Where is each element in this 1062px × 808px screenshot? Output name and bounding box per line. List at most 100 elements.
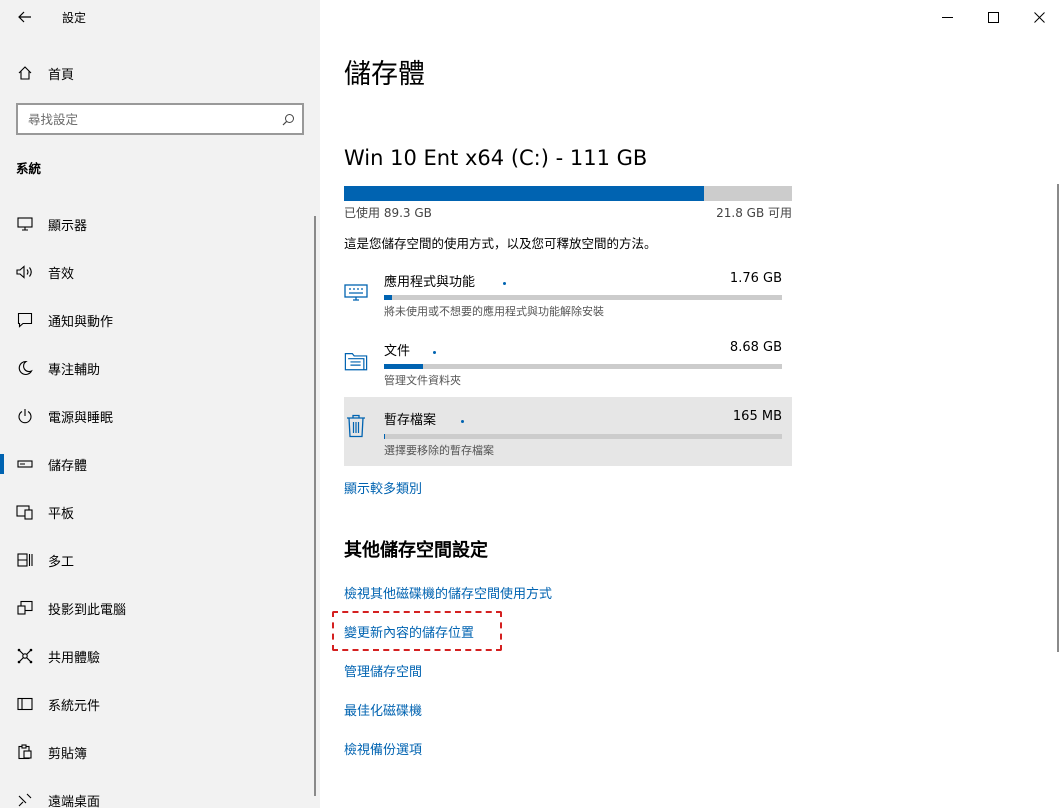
- free-space-label: 21.8 GB 可用: [716, 206, 792, 220]
- category-subtitle: 管理文件資料夾: [384, 374, 461, 387]
- storage-icon: [0, 459, 48, 469]
- page-title: 儲存體: [344, 59, 425, 90]
- other-storage-settings-heading: 其他儲存空間設定: [344, 540, 488, 561]
- sidebar-item-label: 儲存體: [48, 458, 88, 474]
- manage-storage-spaces-link[interactable]: 管理儲存空間: [344, 661, 422, 680]
- category-usage-fill: [384, 295, 392, 300]
- moon-icon: [0, 360, 48, 376]
- documents-folder-icon: [344, 349, 368, 373]
- sidebar-item-projecting[interactable]: 投影到此電腦: [0, 584, 320, 632]
- minimize-button[interactable]: [924, 0, 970, 34]
- sidebar-item-focus-assist[interactable]: 專注輔助: [0, 344, 320, 392]
- change-save-location-link[interactable]: 變更新內容的儲存位置: [344, 622, 474, 641]
- maximize-icon: [987, 11, 999, 23]
- loading-dot: [503, 282, 506, 285]
- category-name: 應用程式與功能: [384, 275, 476, 290]
- view-other-drives-link[interactable]: 檢視其他磁碟機的儲存空間使用方式: [344, 583, 552, 602]
- nav-home[interactable]: 首頁: [0, 56, 320, 90]
- nav-home-label: 首頁: [48, 67, 75, 83]
- loading-dot: [461, 420, 464, 423]
- sidebar-item-system-components[interactable]: 系統元件: [0, 680, 320, 728]
- nav-list: 顯示器 音效 通知與動作 專注輔助 電源與睡眠 儲存體 平板 多工 投影到此電腦…: [0, 200, 320, 808]
- sidebar-item-label: 電源與睡眠: [48, 410, 114, 426]
- category-size: 165 MB: [732, 409, 782, 424]
- category-usage-fill: [384, 434, 386, 439]
- storage-description: 這是您儲存空間的使用方式，以及您可釋放空間的方法。: [344, 236, 657, 251]
- category-temporary-files[interactable]: 暫存檔案 165 MB 選擇要移除的暫存檔案: [344, 397, 792, 466]
- category-usage-bar: [384, 434, 782, 439]
- main-scrollbar[interactable]: [1057, 184, 1059, 652]
- search-input[interactable]: [18, 105, 274, 133]
- sidebar-item-power[interactable]: 電源與睡眠: [0, 392, 320, 440]
- sidebar-item-label: 遠端桌面: [48, 794, 101, 808]
- sidebar-item-label: 專注輔助: [48, 362, 101, 378]
- sidebar-item-clipboard[interactable]: 剪貼簿: [0, 728, 320, 776]
- category-subtitle: 選擇要移除的暫存檔案: [384, 444, 494, 457]
- monitor-icon: [0, 217, 48, 231]
- sidebar-item-remote-desktop[interactable]: 遠端桌面: [0, 776, 320, 808]
- sidebar-item-sound[interactable]: 音效: [0, 248, 320, 296]
- remote-desktop-icon: [0, 792, 48, 808]
- shared-experiences-icon: [0, 648, 48, 664]
- title-bar: 設定: [0, 0, 320, 34]
- loading-dot: [433, 351, 436, 354]
- optimize-drives-link[interactable]: 最佳化磁碟機: [344, 700, 422, 719]
- home-icon: [0, 65, 48, 81]
- minimize-icon: [941, 16, 953, 18]
- trash-icon: [344, 414, 368, 438]
- window-controls: [924, 0, 1062, 34]
- search-box[interactable]: [16, 103, 304, 135]
- sidebar-item-storage[interactable]: 儲存體: [0, 440, 320, 488]
- category-size: 1.76 GB: [729, 271, 782, 286]
- category-usage-fill: [384, 364, 423, 369]
- sidebar-item-label: 顯示器: [48, 218, 88, 234]
- tablet-icon: [0, 504, 48, 520]
- sidebar-scrollbar[interactable]: [314, 216, 316, 796]
- main-content: 儲存體 Win 10 Ent x64 (C:) - 111 GB 已使用 89.…: [320, 0, 1062, 808]
- category-subtitle: 將未使用或不想要的應用程式與功能解除安裝: [384, 305, 604, 318]
- used-space-label: 已使用 89.3 GB: [344, 206, 432, 220]
- close-icon: [1033, 11, 1045, 23]
- category-name: 文件: [384, 344, 411, 359]
- clipboard-icon: [0, 744, 48, 760]
- apps-keyboard-icon: [344, 280, 368, 304]
- active-indicator: [0, 454, 4, 474]
- drive-usage-fill: [344, 186, 705, 201]
- sidebar-item-label: 共用體驗: [48, 650, 101, 666]
- sidebar-item-shared-experiences[interactable]: 共用體驗: [0, 632, 320, 680]
- search-icon[interactable]: [274, 113, 302, 126]
- section-label: 系統: [16, 161, 42, 176]
- category-apps[interactable]: 應用程式與功能 1.76 GB 將未使用或不想要的應用程式與功能解除安裝: [344, 268, 792, 336]
- sidebar: 設定 首頁 系統 顯示器 音效 通知與動作: [0, 0, 320, 808]
- power-icon: [0, 408, 48, 424]
- multitasking-icon: [0, 552, 48, 568]
- sidebar-item-label: 多工: [48, 554, 75, 570]
- notification-icon: [0, 312, 48, 328]
- sidebar-item-notifications[interactable]: 通知與動作: [0, 296, 320, 344]
- system-components-icon: [0, 697, 48, 711]
- category-usage-bar: [384, 364, 782, 369]
- sidebar-item-label: 平板: [48, 506, 75, 522]
- back-button[interactable]: [12, 4, 38, 30]
- show-more-categories-link[interactable]: 顯示較多類別: [344, 478, 422, 497]
- sidebar-item-label: 剪貼簿: [48, 746, 88, 762]
- sidebar-item-multitasking[interactable]: 多工: [0, 536, 320, 584]
- close-button[interactable]: [1016, 0, 1062, 34]
- maximize-button[interactable]: [970, 0, 1016, 34]
- view-backup-options-link[interactable]: 檢視備份選項: [344, 739, 422, 758]
- category-documents[interactable]: 文件 8.68 GB 管理文件資料夾: [344, 337, 792, 405]
- projecting-icon: [0, 600, 48, 616]
- sidebar-item-label: 音效: [48, 266, 75, 282]
- category-usage-bar: [384, 295, 782, 300]
- drive-usage-bar[interactable]: [344, 186, 792, 201]
- app-title: 設定: [62, 11, 87, 25]
- category-size: 8.68 GB: [729, 340, 782, 355]
- sidebar-item-label: 投影到此電腦: [48, 602, 127, 618]
- speaker-icon: [0, 265, 48, 279]
- drive-title: Win 10 Ent x64 (C:) - 111 GB: [344, 146, 648, 170]
- sidebar-item-label: 通知與動作: [48, 314, 114, 330]
- sidebar-item-label: 系統元件: [48, 698, 101, 714]
- category-name: 暫存檔案: [384, 413, 437, 428]
- sidebar-item-tablet[interactable]: 平板: [0, 488, 320, 536]
- sidebar-item-display[interactable]: 顯示器: [0, 200, 320, 248]
